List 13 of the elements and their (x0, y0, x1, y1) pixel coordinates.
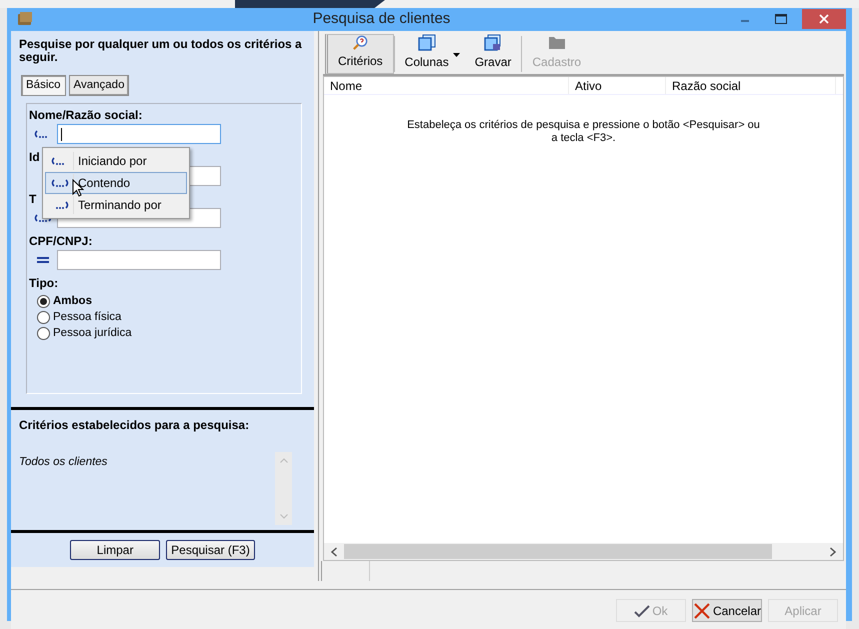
criteria-text: Todos os clientes (19, 455, 108, 470)
window-title: Pesquisa de clientes (312, 9, 452, 29)
field-label: Tipo: (29, 276, 58, 290)
instruction-text: Pesquise por qualquer um ou todos os critérios a seguir. (18, 36, 303, 66)
radio-label: Pessoa jurídica (53, 326, 132, 341)
radio-label: Pessoa física (53, 310, 122, 325)
radio-label: Ambos (53, 294, 92, 309)
section-title: Critérios estabelecidos para a pesquisa: (19, 418, 250, 432)
field-label: Id (29, 150, 40, 164)
field-label: Nome/Razão social: (29, 108, 142, 122)
empty-message: Estabeleça os critérios de pesquisa e pressione o botão <Pesquisar> ou a tecla <F3>. (406, 118, 761, 145)
field-label: T (29, 192, 36, 206)
field-label: CPF/CNPJ: (29, 234, 92, 248)
